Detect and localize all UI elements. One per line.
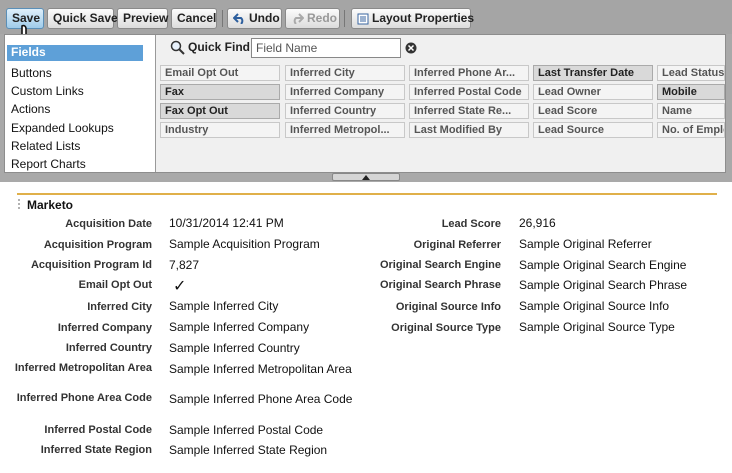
field-label: Inferred Postal Code [44, 424, 152, 436]
category-fields[interactable]: Fields [7, 45, 143, 61]
field-value: Sample Inferred Country [169, 341, 300, 355]
field-label: Inferred Phone Area Code [16, 392, 152, 404]
field-label: Acquisition Date [65, 218, 152, 230]
category-expanded-lookups[interactable]: Expanded Lookups [11, 121, 114, 135]
palette-field[interactable]: Inferred Company [285, 84, 405, 100]
collapse-arrow-icon [362, 175, 370, 180]
toolbar: Save Quick Save Preview Cancel Undo Redo… [0, 0, 732, 63]
field-value: Sample Inferred Company [169, 320, 310, 334]
layout-properties-label: Layout Properties [372, 11, 475, 25]
palette-field[interactable]: Inferred Metropol... [285, 122, 405, 138]
field-value: Sample Acquisition Program [169, 237, 320, 251]
field-label: Original Source Info [395, 301, 501, 313]
field-value: 7,827 [169, 258, 200, 272]
redo-icon [293, 13, 304, 25]
palette-field[interactable]: Fax Opt Out [160, 103, 280, 119]
field-value: Sample Original Source Info [519, 299, 670, 313]
field-label: Acquisition Program Id [30, 259, 152, 271]
quick-find-label: Quick Find [188, 40, 251, 54]
section-title: Marketo [27, 198, 74, 212]
field-palette: Fields Buttons Custom Links Actions Expa… [4, 34, 726, 173]
layout-properties-icon [357, 13, 369, 25]
palette-field[interactable]: Inferred City [285, 65, 405, 81]
field-label: Inferred City [87, 301, 152, 313]
category-actions[interactable]: Actions [11, 102, 50, 116]
field-label: Inferred Country [65, 342, 152, 354]
palette-field[interactable]: No. of Emplo [657, 122, 725, 138]
field-label: Inferred Company [57, 322, 152, 334]
redo-button[interactable]: Redo [285, 8, 340, 29]
category-buttons[interactable]: Buttons [11, 66, 52, 80]
field-label: Original Search Engine [379, 259, 501, 271]
palette-field[interactable]: Last Modified By [409, 122, 529, 138]
palette-field[interactable]: Email Opt Out [160, 65, 280, 81]
palette-field[interactable]: Mobile [657, 84, 725, 100]
field-value: Sample Original Source Type [519, 320, 675, 334]
layout-editor-panel: Save Quick Save Preview Cancel Undo Redo… [0, 0, 732, 182]
toolbar-divider [222, 10, 223, 27]
field-value: Sample Inferred City [169, 299, 279, 313]
palette-field[interactable]: Last Transfer Date [533, 65, 653, 81]
cancel-button[interactable]: Cancel [171, 8, 217, 29]
field-label: Inferred State Region [40, 444, 152, 456]
field-label: Inferred Metropolitan Area [14, 362, 152, 374]
field-value: Sample Original Referrer [519, 237, 652, 251]
quick-save-button[interactable]: Quick Save [47, 8, 118, 29]
palette-field[interactable]: Inferred Country [285, 103, 405, 119]
palette-field[interactable]: Name [657, 103, 725, 119]
field-label: Lead Score [441, 218, 501, 230]
clear-search-icon[interactable] [405, 42, 417, 54]
palette-field[interactable]: Industry [160, 122, 280, 138]
toolbar-divider [344, 10, 345, 27]
field-value: 26,916 [519, 216, 556, 230]
field-value: Sample Inferred Metropolitan Area [169, 362, 352, 376]
palette-field[interactable]: Inferred Phone Ar... [409, 65, 529, 81]
palette-field[interactable]: Fax [160, 84, 280, 100]
field-label: Email Opt Out [78, 279, 152, 291]
field-label: Acquisition Program [43, 239, 152, 251]
field-value: Sample Original Search Phrase [519, 278, 688, 292]
palette-field[interactable]: Lead Status [657, 65, 725, 81]
field-value: Sample Inferred Postal Code [169, 423, 324, 437]
undo-label: Undo [249, 11, 280, 25]
undo-button[interactable]: Undo [227, 8, 282, 29]
field-label: Original Source Type [391, 322, 501, 334]
section-divider [17, 193, 717, 195]
checkbox-checked-icon: ✓ [173, 278, 187, 295]
palette-category-list: Fields Buttons Custom Links Actions Expa… [5, 35, 156, 172]
field-value: Sample Inferred Phone Area Code [169, 392, 353, 406]
palette-resize-handle[interactable] [332, 173, 400, 181]
category-report-charts[interactable]: Report Charts [11, 157, 86, 171]
quick-find-input[interactable] [251, 38, 401, 58]
search-icon [170, 40, 185, 55]
palette-field[interactable]: Lead Owner [533, 84, 653, 100]
undo-icon [233, 13, 244, 25]
category-custom-links[interactable]: Custom Links [11, 84, 84, 98]
field-value: Sample Inferred State Region [169, 443, 328, 457]
redo-label: Redo [307, 11, 337, 25]
category-related-lists[interactable]: Related Lists [11, 139, 80, 153]
palette-field[interactable]: Inferred State Re... [409, 103, 529, 119]
field-value: 10/31/2014 12:41 PM [169, 216, 284, 230]
field-label: Original Search Phrase [379, 279, 501, 291]
field-value: Sample Original Search Engine [519, 258, 687, 272]
palette-field[interactable]: Lead Score [533, 103, 653, 119]
layout-properties-button[interactable]: Layout Properties [351, 8, 475, 29]
palette-field[interactable]: Lead Source [533, 122, 653, 138]
drag-handle-icon[interactable] [17, 198, 21, 210]
palette-field[interactable]: Inferred Postal Code [409, 84, 529, 100]
preview-button[interactable]: Preview [117, 8, 168, 29]
field-label: Original Referrer [413, 239, 501, 251]
